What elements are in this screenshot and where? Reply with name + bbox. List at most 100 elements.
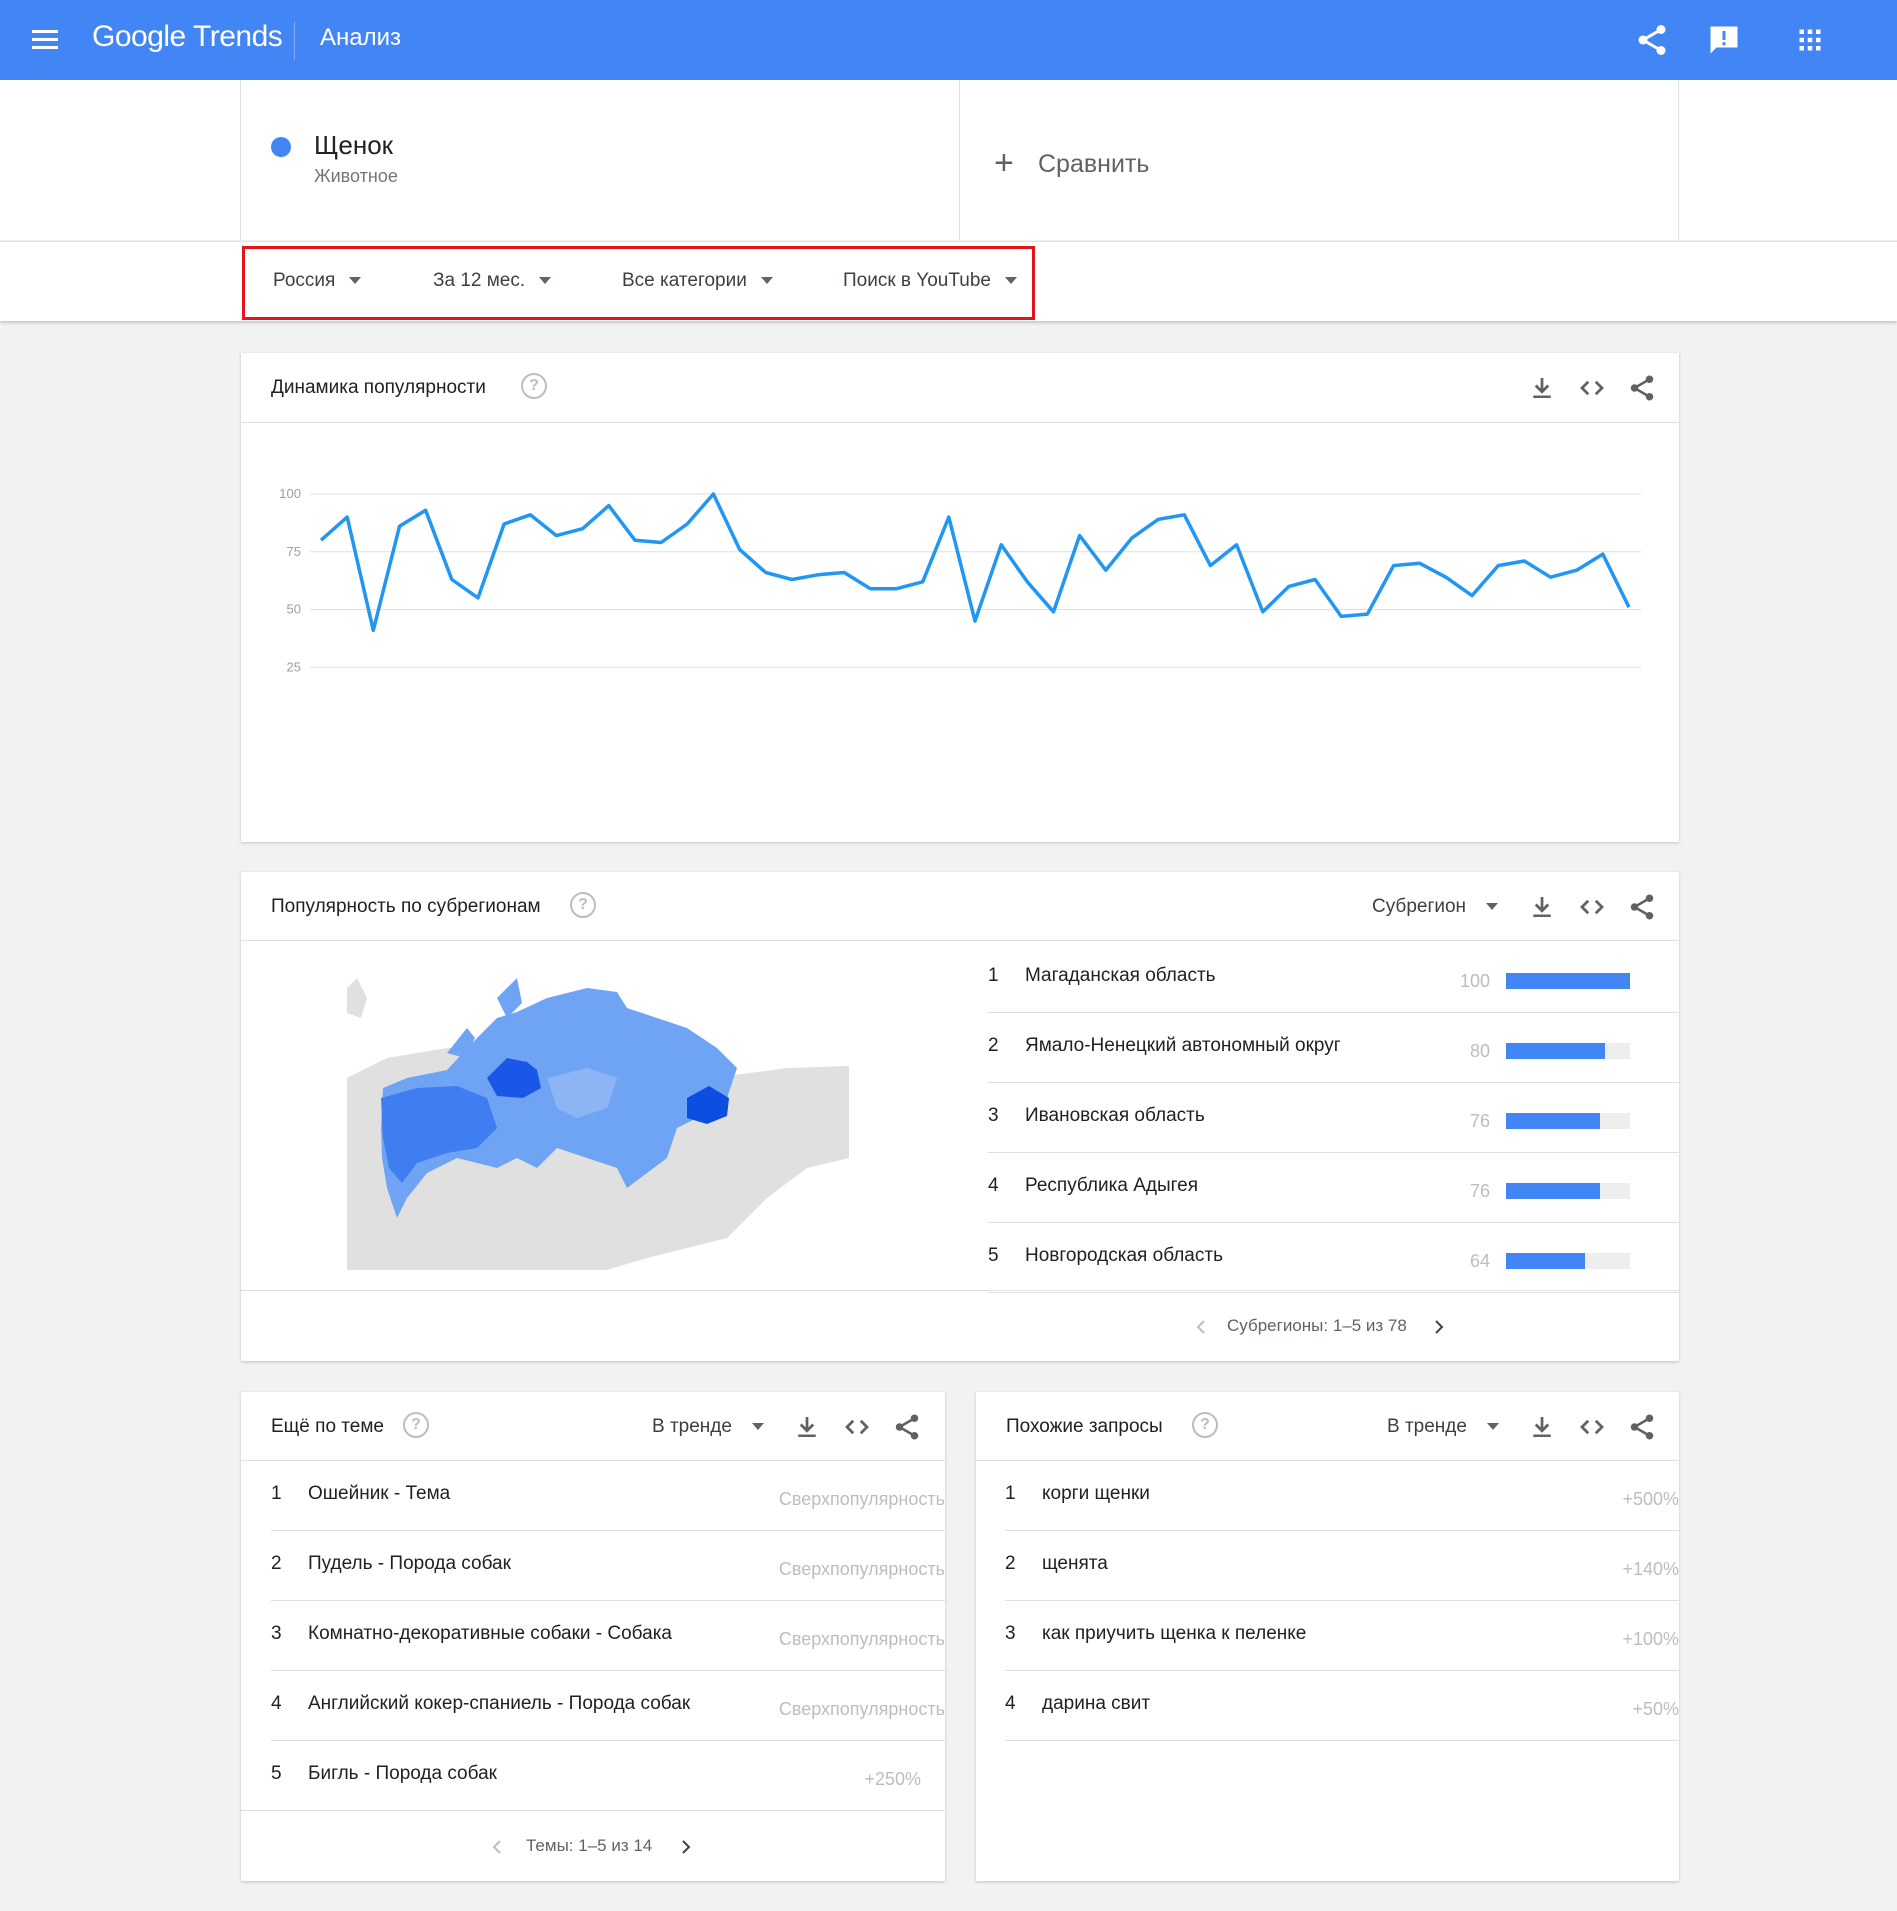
list-item[interactable]: 4 Английский кокер-спаниель - Порода соба… [271,1671,945,1741]
share-icon[interactable] [1627,373,1657,403]
feedback-icon[interactable] [1706,22,1742,58]
region-map[interactable] [347,958,849,1270]
value-bar-fill [1506,1113,1601,1129]
list-item[interactable]: 3 как приучить щенка к пеленке +100% [1005,1601,1679,1671]
list-item[interactable]: 1 корги щенки +500% [1005,1461,1679,1531]
chevron-left-icon[interactable] [489,1839,505,1855]
y-tick-label: 25 [287,659,301,674]
search-term-card[interactable]: Щенок Животное [240,80,960,240]
list-item[interactable]: 4 дарина свит +50% [1005,1671,1679,1741]
item-label[interactable]: Пудель - Порода собак [308,1553,511,1575]
term-name: Щенок [314,130,394,160]
value-bar-track [1506,1113,1630,1129]
rank-number: 4 [271,1693,282,1714]
list-item[interactable]: 2 щенята +140% [1005,1531,1679,1601]
chevron-right-icon[interactable] [678,1839,694,1855]
share-icon[interactable] [892,1412,922,1442]
item-value: +100% [1622,1629,1679,1649]
apps-icon[interactable] [1792,22,1828,58]
rank-number: 1 [1005,1483,1016,1504]
download-icon[interactable] [792,1412,822,1442]
region-filter-label: Россия [273,270,336,291]
item-value: +250% [864,1769,921,1789]
card-divider [241,1290,1679,1291]
download-icon[interactable] [1527,373,1557,403]
queries-mode-dropdown[interactable]: В тренде [1387,1416,1499,1438]
item-value: Сверхпопулярность [778,1699,945,1719]
download-icon[interactable] [1527,892,1557,922]
related-topics-card: Ещё по теме ? В тренде 1 Ошейник - Тема Св… [241,1392,945,1881]
value-bar-fill [1506,1183,1601,1199]
rank-number: 2 [988,1035,999,1056]
page-title: Анализ [320,24,402,51]
list-item[interactable]: 3 Комнатно-декоративные собаки - Собака Св… [271,1601,945,1671]
embed-icon[interactable] [1577,892,1607,922]
help-icon[interactable]: ? [403,1412,429,1438]
menu-icon[interactable] [32,30,58,50]
item-label[interactable]: Ивановская область [1025,1105,1205,1127]
item-label[interactable]: Ошейник - Тема [308,1483,450,1505]
item-label[interactable]: корги щенки [1042,1483,1150,1505]
item-label[interactable]: Ямало-Ненецкий автономный округ [1025,1035,1341,1057]
value-bar-track [1506,1253,1630,1269]
help-icon[interactable]: ? [570,892,596,918]
source-filter-label: Поиск в YouTube [843,270,991,291]
item-label[interactable]: Республика Адыгея [1025,1175,1198,1197]
download-icon[interactable] [1527,1412,1557,1442]
region-pager-label: Субрегионы: 1–5 из 78 [1227,1316,1407,1335]
share-icon[interactable] [1627,1412,1657,1442]
compare-card[interactable]: + Сравнить [960,80,1679,240]
dropdown-arrow-icon [1486,1423,1499,1431]
list-item[interactable]: 5 Бигль - Порода собак +250% [271,1741,945,1811]
list-item[interactable]: 2 Пудель - Порода собак Сверхпопулярность [271,1531,945,1601]
list-item[interactable]: 1 Ошейник - Тема Сверхпопулярность [271,1461,945,1531]
item-label[interactable]: Бигль - Порода собак [308,1763,497,1785]
dropdown-arrow-icon [1486,903,1499,911]
item-value: 76 [1469,1181,1490,1201]
header-divider [294,22,295,60]
card-title: Популярность по субрегионам [271,896,541,917]
help-icon[interactable]: ? [1192,1412,1218,1438]
list-item[interactable]: 3 Ивановская область 76 [988,1083,1679,1153]
list-item[interactable]: 5 Новгородская область 64 [988,1223,1679,1293]
list-item[interactable]: 1 Магаданская область 100 [988,943,1679,1013]
period-filter[interactable]: За 12 мес. [433,270,552,296]
topics-mode-label: В тренде [652,1416,732,1437]
item-value: Сверхпопулярность [778,1489,945,1509]
y-tick-label: 75 [287,544,301,559]
chevron-left-icon[interactable] [1193,1319,1209,1335]
item-value: 100 [1459,971,1490,991]
dropdown-arrow-icon [349,277,362,285]
item-label[interactable]: Комнатно-декоративные собаки - Собака [308,1623,672,1645]
value-bar-track [1506,1043,1630,1059]
share-icon[interactable] [1634,22,1670,58]
list-item[interactable]: 2 Ямало-Ненецкий автономный округ 80 [988,1013,1679,1083]
chevron-right-icon[interactable] [1431,1319,1447,1335]
card-title: Похожие запросы [1006,1416,1163,1437]
resolution-dropdown[interactable]: Субрегион [1372,896,1499,918]
embed-icon[interactable] [1577,373,1607,403]
topics-mode-dropdown[interactable]: В тренде [652,1416,764,1438]
google-trends-logo[interactable]: Google Trends [92,20,283,54]
item-label[interactable]: щенята [1042,1553,1108,1575]
interest-over-time-card: Динамика популярности ? 1007550258 мар. … [241,353,1679,842]
queries-mode-label: В тренде [1387,1416,1467,1437]
embed-icon[interactable] [842,1412,872,1442]
rank-number: 2 [1005,1553,1016,1574]
source-filter[interactable]: Поиск в YouTube [843,270,1017,296]
item-label[interactable]: Новгородская область [1025,1245,1223,1267]
y-tick-label: 50 [287,602,301,617]
embed-icon[interactable] [1577,1412,1607,1442]
item-label[interactable]: Английский кокер-спаниель - Порода собак [308,1693,690,1715]
item-label[interactable]: Магаданская область [1025,965,1216,987]
help-icon[interactable]: ? [521,373,547,399]
item-value: 64 [1469,1251,1490,1271]
y-tick-label: 100 [279,486,301,501]
category-filter[interactable]: Все категории [622,270,773,296]
rank-number: 1 [271,1483,282,1504]
item-label[interactable]: дарина свит [1042,1693,1150,1715]
region-filter[interactable]: Россия [273,270,362,296]
share-icon[interactable] [1627,892,1657,922]
item-label[interactable]: как приучить щенка к пеленке [1042,1623,1306,1645]
list-item[interactable]: 4 Республика Адыгея 76 [988,1153,1679,1223]
